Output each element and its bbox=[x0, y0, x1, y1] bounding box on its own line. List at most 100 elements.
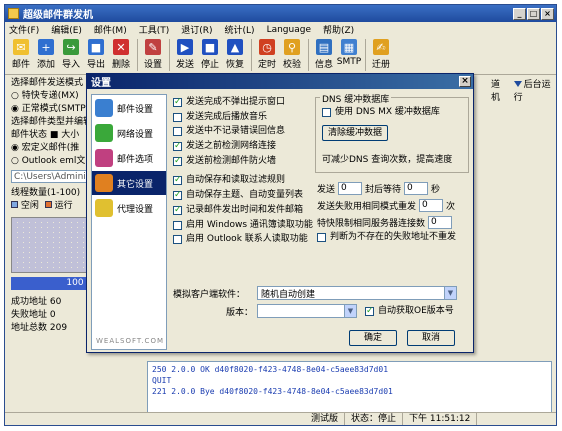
close-button[interactable]: × bbox=[541, 7, 554, 20]
toolbar-button-7[interactable]: ■ 停止 bbox=[198, 39, 222, 70]
option-checkbox[interactable]: 发送完成不弹出提示窗口 bbox=[173, 96, 313, 109]
option-label: 启用 Outlook 联系人读取功能 bbox=[186, 234, 308, 245]
option-label: 发送之前检测网络连接 bbox=[186, 141, 277, 152]
import-icon: ↪ bbox=[63, 39, 79, 55]
toolbar-button-8[interactable]: ▲ 恢复 bbox=[223, 39, 247, 70]
menu-help[interactable]: 帮助(Z) bbox=[323, 23, 354, 36]
nav-item-1[interactable]: 网络设置 bbox=[92, 121, 166, 145]
option-label: 发送中不记录错误回信息 bbox=[186, 126, 286, 137]
toolbar-button-0[interactable]: ✉ 邮件 bbox=[9, 39, 33, 70]
dialog-title: 设置 bbox=[91, 78, 111, 89]
toolbar-button-1[interactable]: + 添加 bbox=[34, 39, 58, 70]
toolbar-button-9[interactable]: ◷ 定时 bbox=[255, 39, 279, 70]
menu-language[interactable]: Language bbox=[267, 25, 311, 35]
checkbox[interactable] bbox=[173, 235, 182, 245]
dialog-footer-brand: WEALSOFT.COM bbox=[96, 337, 164, 345]
menu-file[interactable]: 文件(F) bbox=[9, 23, 39, 36]
checkbox[interactable] bbox=[173, 220, 182, 230]
checkbox[interactable] bbox=[173, 155, 182, 168]
special-limit-input[interactable]: 0 bbox=[428, 216, 453, 229]
client-select[interactable]: 随机自动创建 ▼ bbox=[257, 286, 457, 300]
checkbox[interactable] bbox=[173, 140, 182, 153]
option-checkbox[interactable]: 启用 Windows 通讯簿读取功能 bbox=[173, 219, 313, 232]
stop-icon: ■ bbox=[202, 39, 218, 55]
nav-item-3[interactable]: 其它设置 bbox=[92, 171, 166, 195]
checkbox[interactable] bbox=[365, 305, 374, 318]
toolbar-button-11[interactable]: ▤ 信息 bbox=[312, 39, 336, 70]
option-label: 发送前检测邮件防火墙 bbox=[186, 155, 277, 166]
log-area[interactable]: 250 2.0.0 OK d40f8020-f423-4748-8e04-c5a… bbox=[147, 361, 552, 413]
toolbar-button-13[interactable]: ✍ 迁册 bbox=[369, 39, 393, 70]
menu-stats[interactable]: 统计(L) bbox=[225, 23, 255, 36]
option-checkbox[interactable]: 启用 Outlook 联系人读取功能 bbox=[173, 233, 313, 246]
log-line: 221 2.0.0 Bye d40f8020-f423-4748-8e04-c5… bbox=[152, 387, 393, 396]
nav-label: 邮件选项 bbox=[117, 154, 154, 165]
option-checkbox[interactable]: 发送之前检测网络连接 bbox=[173, 140, 313, 153]
checkbox[interactable] bbox=[173, 204, 182, 217]
option-checkbox[interactable]: 记录邮件发出时间和发件邮箱 bbox=[173, 204, 313, 217]
checkbox[interactable] bbox=[317, 233, 326, 242]
checkbox[interactable] bbox=[173, 112, 182, 122]
toolbar-label: 停止 bbox=[200, 60, 219, 70]
option-label: 记录邮件发出时间和发件邮箱 bbox=[186, 204, 304, 215]
cancel-button[interactable]: 取消 bbox=[407, 330, 455, 346]
retry-input[interactable]: 0 bbox=[419, 199, 444, 212]
menu-tools[interactable]: 工具(T) bbox=[139, 23, 170, 36]
delete-icon: ✕ bbox=[113, 39, 129, 55]
send-count-input[interactable]: 0 bbox=[338, 182, 363, 195]
toolbar-button-12[interactable]: ▦ SMTP bbox=[337, 39, 361, 67]
menu-unsubscribe[interactable]: 退订(R) bbox=[181, 23, 212, 36]
no-resend-checkbox[interactable]: 判断为不存在的失败地址不重发 bbox=[317, 231, 471, 244]
toolbar-button-10[interactable]: ⚲ 校验 bbox=[280, 39, 304, 70]
checkbox[interactable] bbox=[173, 189, 182, 202]
option-checkbox[interactable]: 自动保存主题、自动变量列表 bbox=[173, 189, 313, 202]
option-checkbox[interactable]: 自动保存和读取过滤规则 bbox=[173, 174, 313, 187]
checkbox[interactable] bbox=[173, 96, 182, 109]
option-checkbox[interactable]: 发送完成后播放音乐 bbox=[173, 111, 313, 124]
toolbar-button-6[interactable]: ▶ 发送 bbox=[173, 39, 197, 70]
version-row: 版本： ▼ 自动获取OE版本号 bbox=[173, 302, 469, 320]
dns-cache-group: DNS 缓冲数据库 使用 DNS MX 缓冲数据库 清除缓冲数据 可减少DNS … bbox=[315, 92, 469, 173]
special-limit-row: 特快限制相同服务器连接数 0 bbox=[317, 214, 471, 231]
toolbar-button-5[interactable]: ✎ 设置 bbox=[141, 39, 165, 70]
wait-seconds-input[interactable]: 0 bbox=[404, 182, 429, 195]
nav-icon bbox=[95, 149, 113, 167]
dialog-close-button[interactable]: × bbox=[459, 76, 471, 87]
nav-item-0[interactable]: 邮件设置 bbox=[92, 96, 166, 120]
checkbox[interactable] bbox=[173, 127, 182, 137]
use-dns-checkbox[interactable]: 使用 DNS MX 缓冲数据库 bbox=[322, 106, 440, 119]
version-select[interactable]: ▼ bbox=[257, 304, 357, 318]
nav-label: 其它设置 bbox=[117, 179, 154, 190]
menu-edit[interactable]: 编辑(E) bbox=[51, 23, 82, 36]
toolbar-button-4[interactable]: ✕ 删除 bbox=[109, 39, 133, 70]
toolbar-button-3[interactable]: ■ 导出 bbox=[84, 39, 108, 70]
title-bar: 超级邮件群发机 _ □ × bbox=[5, 5, 556, 22]
nav-item-2[interactable]: 邮件选项 bbox=[92, 146, 166, 170]
smtp-icon: ▦ bbox=[341, 39, 357, 55]
tab-partial[interactable]: 道机 bbox=[491, 77, 508, 103]
minimize-button[interactable]: _ bbox=[513, 7, 526, 20]
maximize-button[interactable]: □ bbox=[527, 7, 540, 20]
background-run-button[interactable]: 后台运行 bbox=[513, 77, 556, 103]
menu-mail[interactable]: 邮件(M) bbox=[94, 23, 127, 36]
dns-group-title: DNS 缓冲数据库 bbox=[320, 92, 392, 105]
checkbox[interactable] bbox=[173, 174, 182, 187]
options-list: 发送完成不弹出提示窗口发送完成后播放音乐发送中不记录错误回信息发送之前检测网络连… bbox=[173, 96, 313, 248]
nav-icon bbox=[95, 124, 113, 142]
toolbar-button-2[interactable]: ↪ 导入 bbox=[59, 39, 83, 70]
option-label: 启用 Windows 通讯簿读取功能 bbox=[186, 219, 313, 230]
option-checkbox[interactable]: 发送中不记录错误回信息 bbox=[173, 125, 313, 138]
add-icon: + bbox=[38, 39, 54, 55]
nav-item-4[interactable]: 代理设置 bbox=[92, 196, 166, 220]
send-wait-row: 发送 0 封后等待 0 秒 bbox=[317, 182, 441, 195]
client-sim-section: 模拟客户端软件： 随机自动创建 ▼ 版本： ▼ 自动获取OE版本号 bbox=[173, 284, 469, 320]
auto-version-checkbox[interactable]: 自动获取OE版本号 bbox=[365, 305, 454, 318]
option-label: 发送完成后播放音乐 bbox=[186, 111, 268, 122]
checkbox[interactable] bbox=[322, 108, 331, 117]
ok-button[interactable]: 确定 bbox=[349, 330, 397, 346]
settings-dialog: 设置 × 邮件设置网络设置邮件选项其它设置代理设置 WEALSOFT.COM 发送… bbox=[86, 73, 474, 353]
dialog-title-bar: 设置 × bbox=[87, 74, 473, 89]
clear-cache-button[interactable]: 清除缓冲数据 bbox=[322, 125, 388, 141]
clock-icon: ◷ bbox=[259, 39, 275, 55]
option-checkbox[interactable]: 发送前检测邮件防火墙 bbox=[173, 155, 313, 168]
